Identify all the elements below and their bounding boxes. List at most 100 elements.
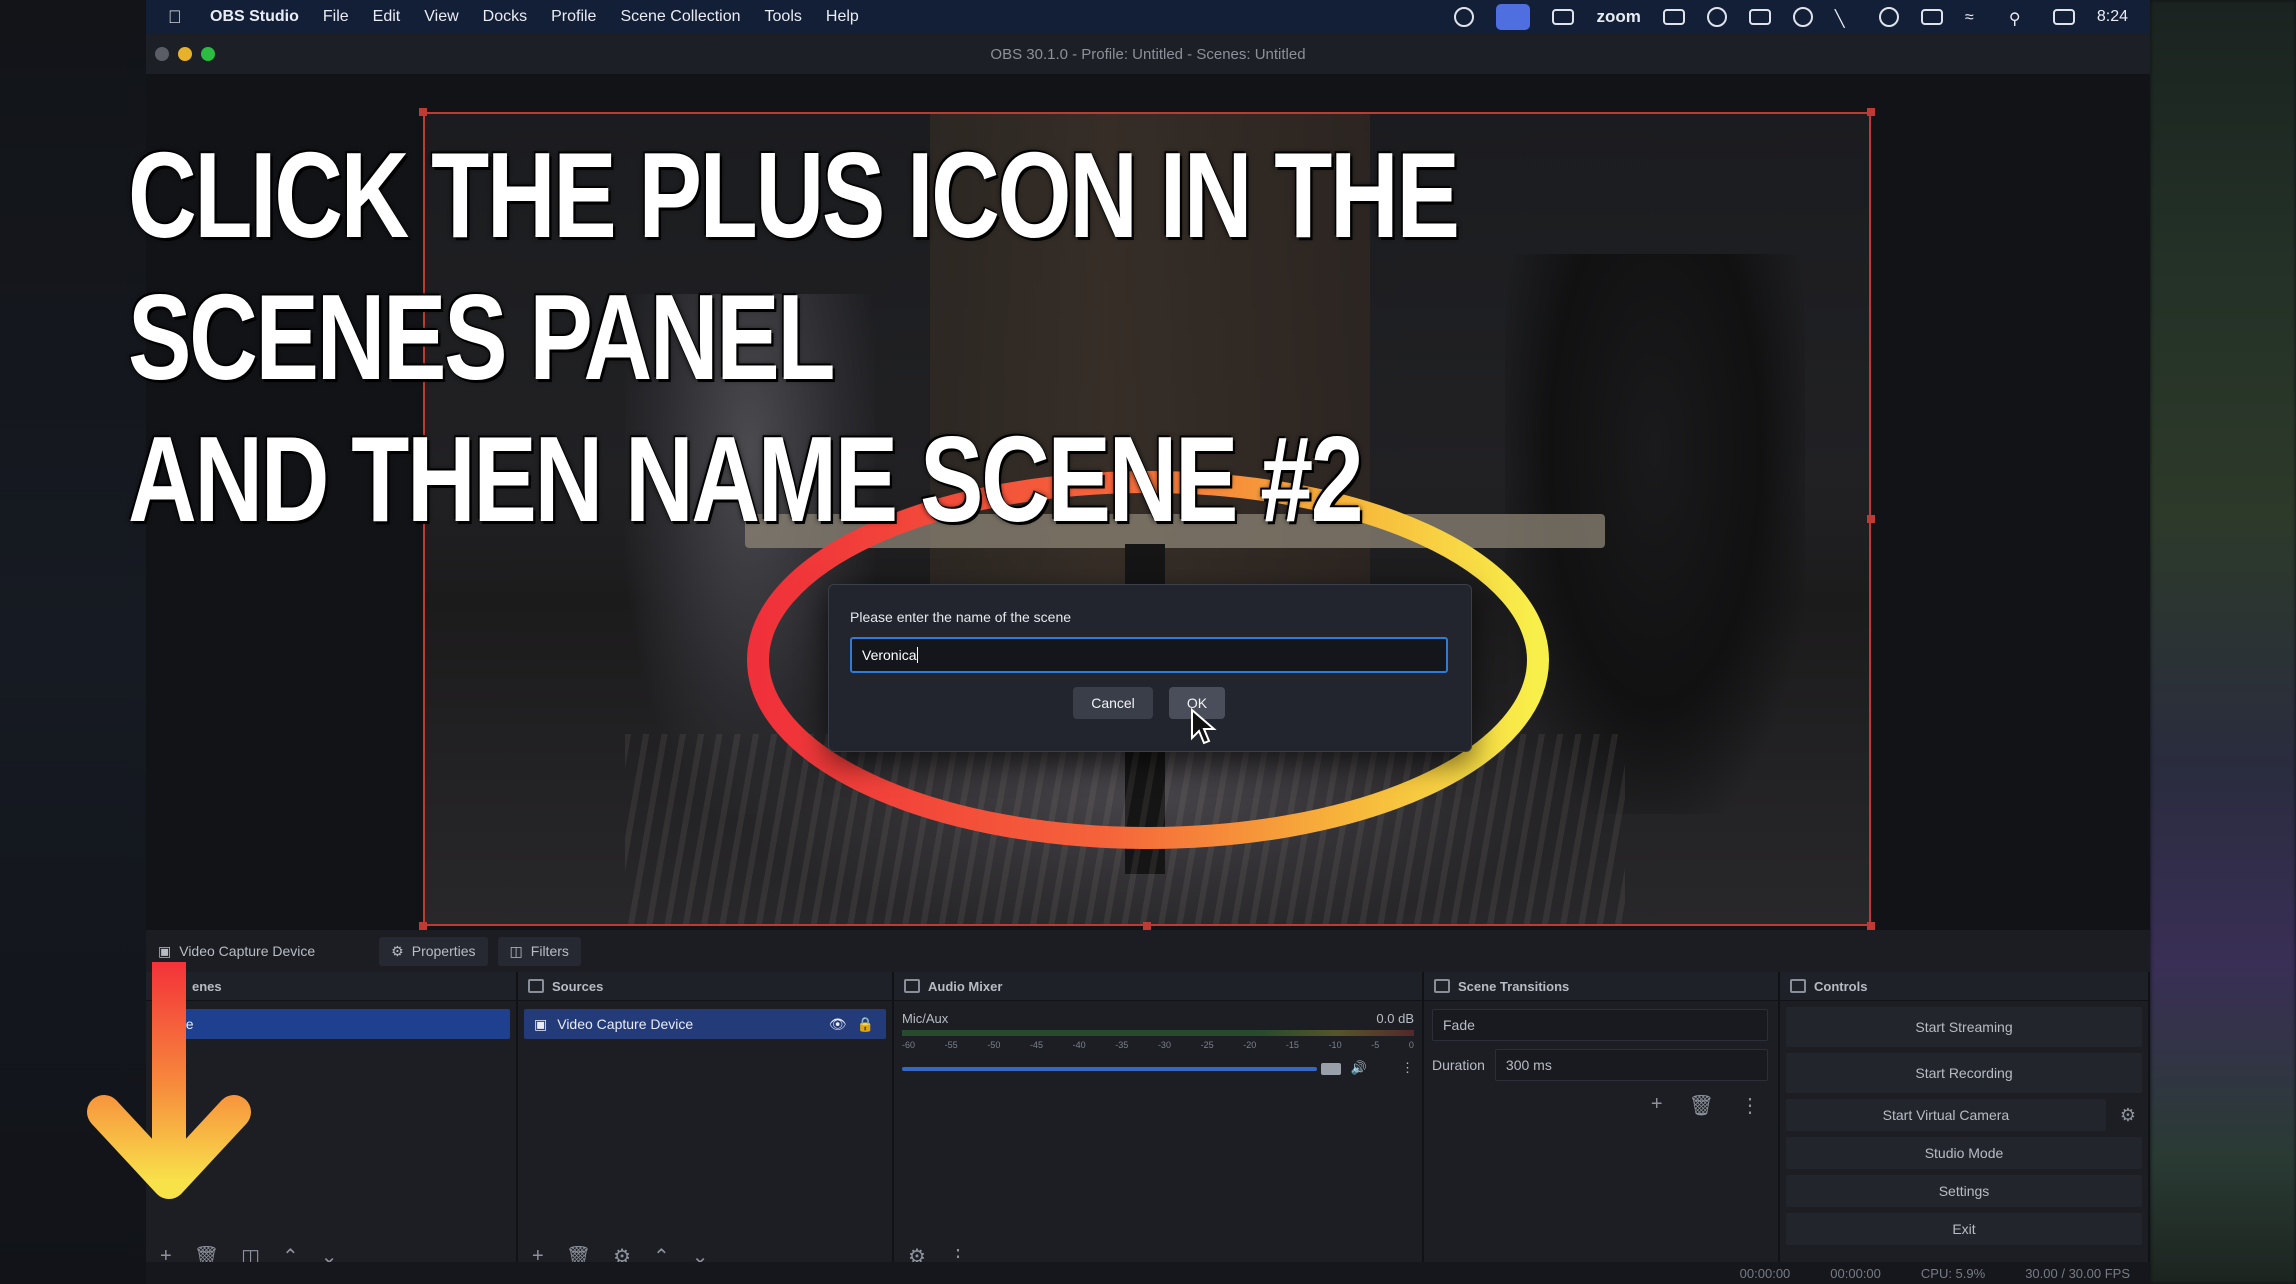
menubar-tray: zoom ╲ ≈ ⚲ 8:24 bbox=[1454, 4, 2128, 30]
menu-file[interactable]: File bbox=[323, 8, 349, 26]
start-streaming-button[interactable]: Start Streaming bbox=[1786, 1007, 2142, 1047]
audio-mixer-dock: Audio Mixer Mic/Aux 0.0 dB -60 -55 -50 -… bbox=[894, 972, 1424, 1284]
transition-menu-icon[interactable]: ⋮ bbox=[1740, 1093, 1760, 1118]
down-arrow-annotation-icon bbox=[87, 962, 251, 1199]
cpu-usage: CPU: 5.9% bbox=[1920, 1265, 1986, 1281]
controls-header: Controls bbox=[1780, 972, 2148, 1001]
add-transition-plus-icon[interactable]: + bbox=[1651, 1093, 1663, 1118]
cancel-button[interactable]: Cancel bbox=[1073, 687, 1153, 719]
play-icon[interactable] bbox=[1878, 7, 1899, 27]
meter-tick: -20 bbox=[1243, 1040, 1257, 1050]
transition-type-select[interactable]: Fade bbox=[1432, 1009, 1768, 1041]
source-toolbar-name: Video Capture Device bbox=[179, 943, 316, 959]
gear-icon: ⚙ bbox=[391, 942, 404, 959]
transform-handle[interactable] bbox=[419, 108, 427, 116]
menu-app-name[interactable]: OBS Studio bbox=[210, 8, 299, 26]
menu-help[interactable]: Help bbox=[826, 8, 859, 26]
duration-input[interactable]: 300 ms bbox=[1494, 1049, 1768, 1081]
meter-tick: -35 bbox=[1115, 1040, 1129, 1050]
status-circle-icon[interactable] bbox=[1454, 7, 1475, 27]
exit-button[interactable]: Exit bbox=[1786, 1213, 2142, 1245]
start-recording-button[interactable]: Start Recording bbox=[1786, 1053, 2142, 1093]
transform-handle[interactable] bbox=[1867, 515, 1875, 523]
menu-docks[interactable]: Docks bbox=[483, 8, 527, 26]
lock-icon[interactable]: 🔒 bbox=[857, 1016, 874, 1033]
meter-tick: -40 bbox=[1072, 1040, 1086, 1050]
transform-handle[interactable] bbox=[419, 922, 427, 930]
source-list-item[interactable]: ▣ Video Capture Device 👁 🔒 bbox=[524, 1009, 886, 1039]
camera-icon: ▣ bbox=[534, 1015, 548, 1032]
transition-type-value: Fade bbox=[1443, 1017, 1475, 1033]
settings-button[interactable]: Settings bbox=[1786, 1175, 2142, 1207]
sources-dock-header: Sources bbox=[518, 972, 892, 1001]
camera-icon: ▣ bbox=[158, 942, 172, 959]
speaker-icon[interactable]: 🔊 bbox=[1351, 1060, 1367, 1076]
scene-transitions-dock: Scene Transitions Fade Duration 300 ms +… bbox=[1424, 972, 1780, 1284]
virtual-camera-gear-icon[interactable]: ⚙ bbox=[2120, 1105, 2136, 1126]
scene-name-input-value: Veronica bbox=[862, 647, 917, 663]
headline-line-1: CLICK THE PLUS ICON IN THE SCENES PANEL bbox=[128, 127, 1460, 405]
source-toolbar-current: ▣ Video Capture Device bbox=[158, 943, 315, 960]
studio-mode-button[interactable]: Studio Mode bbox=[1786, 1137, 2142, 1169]
transform-handle[interactable] bbox=[1867, 108, 1875, 116]
volume-slider-handle[interactable] bbox=[1320, 1063, 1341, 1075]
menu-scene-collection[interactable]: Scene Collection bbox=[620, 8, 740, 26]
record-time: 00:00:00 bbox=[1830, 1265, 1881, 1281]
desktop-background-right bbox=[2150, 0, 2296, 1284]
stream-time: 00:00:00 bbox=[1739, 1265, 1791, 1281]
visibility-eye-icon[interactable]: 👁 bbox=[829, 1016, 847, 1033]
transition-toolbar: + 🗑 ⋮ bbox=[1424, 1093, 1760, 1118]
apple-icon[interactable]:  bbox=[168, 7, 190, 28]
people-icon[interactable] bbox=[1706, 7, 1727, 27]
zoom-menu-label[interactable]: zoom bbox=[1596, 7, 1640, 27]
dock-icon bbox=[1790, 979, 1806, 993]
menu-edit[interactable]: Edit bbox=[373, 8, 401, 26]
meter-tick: -15 bbox=[1285, 1040, 1299, 1050]
mac-menubar:  OBS Studio File Edit View Docks Profil… bbox=[146, 0, 2150, 34]
audio-channel: Mic/Aux 0.0 dB -60 -55 -50 -45 -40 -35 -… bbox=[894, 1001, 1422, 1076]
sources-dock: Sources ▣ Video Capture Device 👁 🔒 + 🗑 ⚙… bbox=[518, 972, 894, 1284]
menu-view[interactable]: View bbox=[424, 8, 458, 26]
properties-button[interactable]: ⚙ Properties bbox=[379, 936, 488, 966]
audio-channel-name: Mic/Aux bbox=[902, 1011, 949, 1026]
remove-transition-trash-icon[interactable]: 🗑 bbox=[1689, 1093, 1714, 1118]
duration-label: Duration bbox=[1432, 1057, 1485, 1073]
scene-transitions-title: Scene Transitions bbox=[1458, 978, 1570, 994]
screen-share-icon[interactable] bbox=[1496, 4, 1531, 30]
duration-row: Duration 300 ms bbox=[1432, 1049, 1768, 1081]
menubar-clock[interactable]: 8:24 bbox=[2097, 8, 2128, 26]
creative-cloud-icon[interactable] bbox=[1792, 7, 1813, 27]
menu-tools[interactable]: Tools bbox=[765, 8, 802, 26]
audio-menu-icon[interactable]: ⋮ bbox=[1401, 1060, 1414, 1076]
camera-icon[interactable] bbox=[1552, 9, 1575, 25]
record-icon[interactable] bbox=[1748, 9, 1771, 25]
battery-icon[interactable] bbox=[1920, 9, 1943, 25]
transform-handle[interactable] bbox=[1143, 922, 1151, 930]
meter-tick: -25 bbox=[1200, 1040, 1214, 1050]
transform-handle[interactable] bbox=[1867, 922, 1875, 930]
start-virtual-camera-button[interactable]: Start Virtual Camera bbox=[1786, 1099, 2106, 1131]
wifi-icon[interactable]: ≈ bbox=[1965, 9, 1987, 26]
pen-icon[interactable]: ╲ bbox=[1835, 9, 1857, 28]
text-caret bbox=[917, 647, 919, 663]
status-bar: 00:00:00 00:00:00 CPU: 5.9% 30.00 / 30.0… bbox=[146, 1262, 2150, 1284]
menu-profile[interactable]: Profile bbox=[551, 8, 596, 26]
window-titlebar: OBS 30.1.0 - Profile: Untitled - Scenes:… bbox=[146, 34, 2150, 74]
volume-slider[interactable] bbox=[902, 1063, 1341, 1075]
meter-tick: -5 bbox=[1371, 1040, 1380, 1050]
dock-icon bbox=[904, 979, 920, 993]
filters-button[interactable]: ◫ Filters bbox=[497, 936, 581, 966]
mouse-cursor-icon bbox=[1191, 708, 1217, 745]
control-center-icon[interactable] bbox=[2052, 9, 2075, 25]
window-icon[interactable] bbox=[1662, 9, 1685, 25]
audio-level-meter bbox=[902, 1030, 1414, 1036]
source-item-label: Video Capture Device bbox=[557, 1016, 694, 1032]
scene-name-input[interactable]: Veronica bbox=[850, 637, 1448, 673]
sources-dock-title: Sources bbox=[552, 978, 604, 994]
duration-value: 300 ms bbox=[1505, 1057, 1552, 1073]
audio-mixer-title: Audio Mixer bbox=[928, 978, 1003, 994]
search-icon[interactable]: ⚲ bbox=[2009, 9, 2031, 28]
meter-tick: 0 bbox=[1408, 1040, 1414, 1050]
tutorial-headline: CLICK THE PLUS ICON IN THE SCENES PANEL … bbox=[128, 124, 1610, 550]
meter-tick: -30 bbox=[1157, 1040, 1171, 1050]
